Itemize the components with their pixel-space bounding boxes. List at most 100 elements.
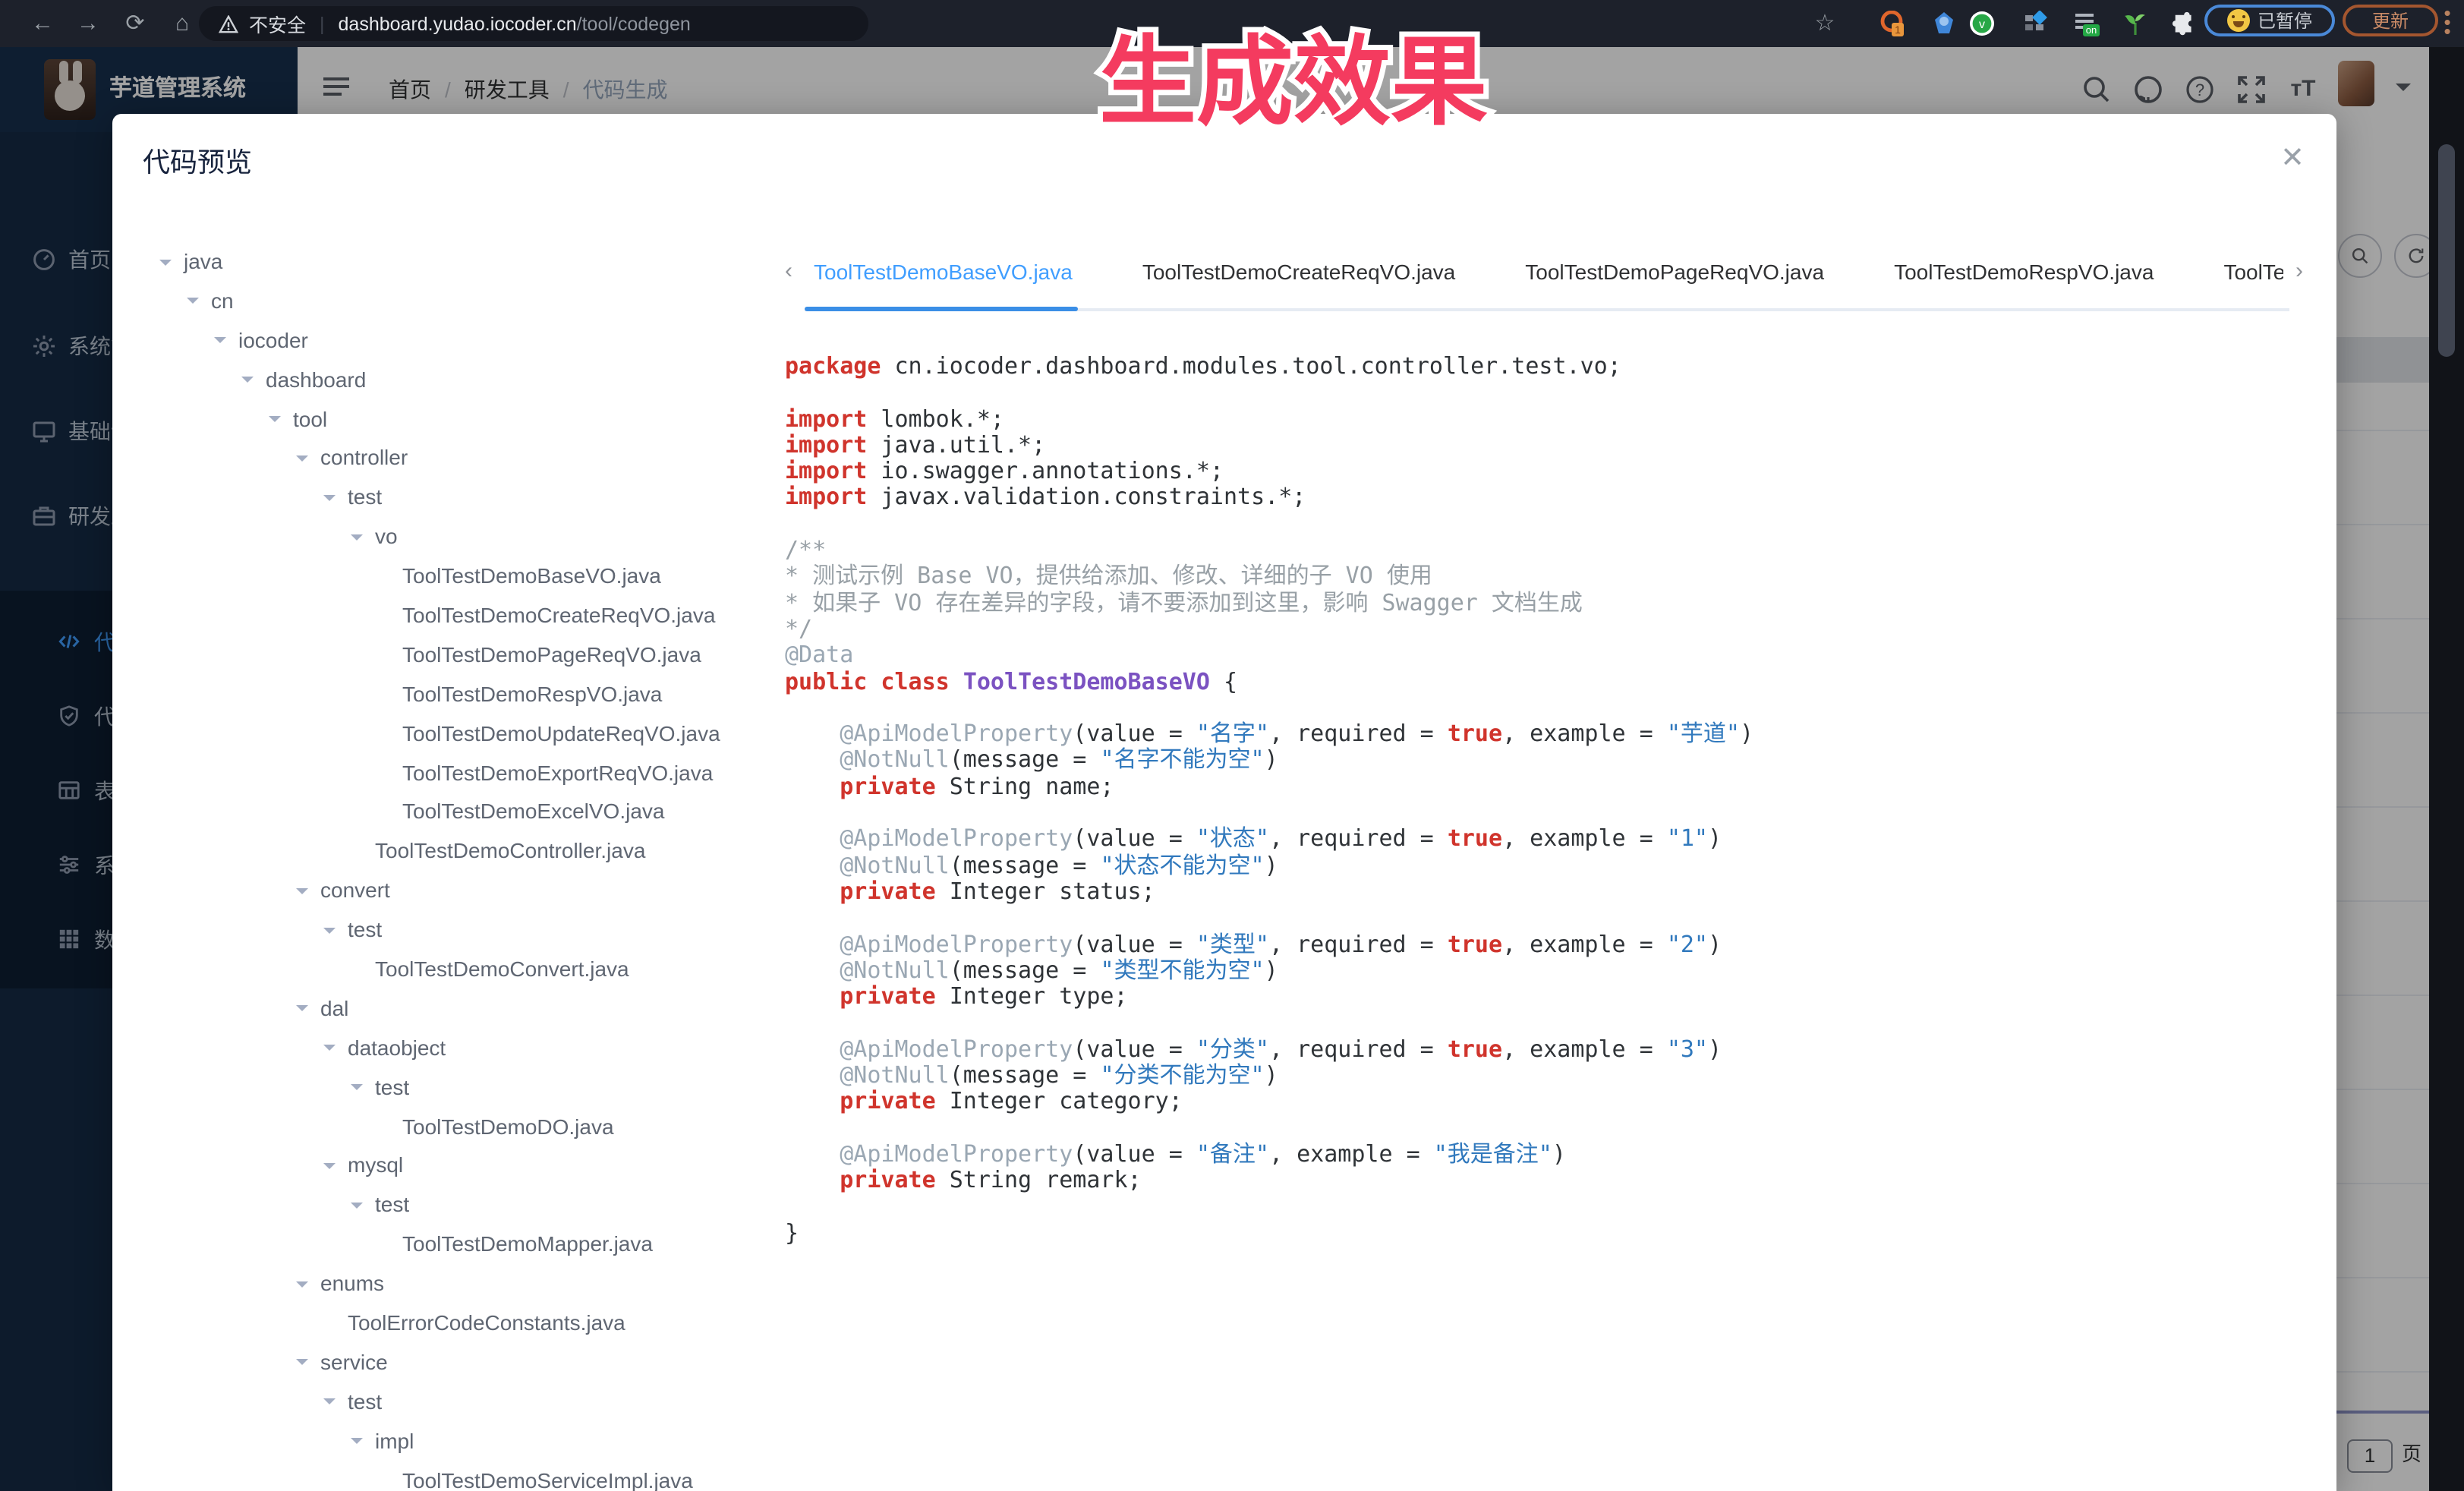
tab-ToolTestDemoBaseVO.java[interactable]: ToolTestDemoBaseVO.java xyxy=(814,247,1073,296)
tab-ToolTestDemoPageReqVO.java[interactable]: ToolTestDemoPageReqVO.java xyxy=(1525,247,1824,296)
tab-ToolTestDemoUpdateReqVO.java[interactable]: ToolTestDemoUpdateReqVO.java xyxy=(2223,247,2283,296)
caret-down-icon[interactable] xyxy=(296,1006,308,1018)
extension-green-circle-icon[interactable]: v xyxy=(1969,11,1995,36)
tree-node-label: ToolTestDemoPageReqVO.java xyxy=(402,636,701,676)
caret-down-icon[interactable] xyxy=(296,1360,308,1372)
tree-file[interactable]: ToolTestDemoUpdateReqVO.java xyxy=(112,714,765,754)
tabs-scroll-right-icon[interactable]: › xyxy=(2295,247,2303,296)
code-line xyxy=(785,380,1753,407)
tab-ToolTestDemoCreateReqVO.java[interactable]: ToolTestDemoCreateReqVO.java xyxy=(1142,247,1455,296)
tree-folder[interactable]: tool xyxy=(112,400,765,440)
tree-folder[interactable]: impl xyxy=(112,1422,765,1461)
caret-down-icon[interactable] xyxy=(296,455,308,468)
tree-folder[interactable]: iocoder xyxy=(112,322,765,361)
caret-down-icon[interactable] xyxy=(296,888,308,900)
tree-node-label: ToolTestDemoExportReqVO.java xyxy=(402,754,713,793)
browser-back-icon[interactable]: ← xyxy=(24,0,61,47)
svg-text:v: v xyxy=(1979,18,1985,31)
caret-down-icon[interactable] xyxy=(323,1045,336,1058)
tree-node-label: iocoder xyxy=(238,322,308,361)
caret-down-icon[interactable] xyxy=(214,338,226,350)
caret-down-icon[interactable] xyxy=(323,927,336,939)
caret-down-icon[interactable] xyxy=(351,534,363,546)
tree-file[interactable]: ToolErrorCodeConstants.java xyxy=(112,1304,765,1344)
close-icon[interactable]: ✕ xyxy=(2274,141,2311,178)
tree-folder[interactable]: vo xyxy=(112,518,765,557)
browser-scrollbar-thumb[interactable] xyxy=(2438,144,2455,357)
code-line xyxy=(785,1115,1753,1142)
browser-update-button[interactable]: 更新 xyxy=(2343,5,2438,36)
code-line: private Integer status; xyxy=(785,879,1753,906)
tree-node-label: test xyxy=(348,1383,382,1423)
caret-down-icon[interactable] xyxy=(296,1281,308,1293)
extension-list-on-icon[interactable]: on xyxy=(2074,11,2100,36)
tree-file[interactable]: ToolTestDemoMapper.java xyxy=(112,1226,765,1266)
caret-down-icon[interactable] xyxy=(269,416,281,428)
browser-forward-icon[interactable]: → xyxy=(70,0,106,47)
tab-active-underline xyxy=(805,307,1078,311)
file-tabs: ‹ ToolTestDemoBaseVO.java ToolTestDemoCre… xyxy=(112,247,2336,317)
tree-node-label: test xyxy=(348,911,382,950)
browser-home-icon[interactable]: ⌂ xyxy=(164,0,200,47)
tree-folder[interactable]: test xyxy=(112,479,765,519)
tree-folder[interactable]: test xyxy=(112,1068,765,1108)
code-line: @ApiModelProperty(value = "分类", required… xyxy=(785,1036,1753,1063)
tree-node-label: convert xyxy=(320,872,390,912)
address-bar[interactable]: 不安全 | dashboard.yudao.iocoder.cn/tool/co… xyxy=(199,6,868,41)
tab-ToolTestDemoRespVO.java[interactable]: ToolTestDemoRespVO.java xyxy=(1894,247,2154,296)
tree-file[interactable]: ToolTestDemoController.java xyxy=(112,833,765,872)
tree-folder[interactable]: dal xyxy=(112,990,765,1029)
tree-folder[interactable]: enums xyxy=(112,1265,765,1304)
code-line: @NotNull(message = "状态不能为空") xyxy=(785,853,1753,879)
extensions-puzzle-icon[interactable] xyxy=(2171,11,2197,36)
tree-folder[interactable]: test xyxy=(112,1187,765,1226)
caret-down-icon[interactable] xyxy=(351,1438,363,1450)
tree-node-label: ToolTestDemoMapper.java xyxy=(402,1226,653,1266)
divider: | xyxy=(320,13,325,34)
tabs-scroll-left-icon[interactable]: ‹ xyxy=(785,247,792,296)
extension-ghost-icon[interactable]: 1 xyxy=(1880,11,1905,36)
caret-down-icon[interactable] xyxy=(323,495,336,507)
tree-file[interactable]: ToolTestDemoExcelVO.java xyxy=(112,793,765,833)
url-domain[interactable]: dashboard.yudao.iocoder.cn xyxy=(339,13,577,34)
extension-plant-icon[interactable] xyxy=(2122,11,2148,36)
tree-file[interactable]: ToolTestDemoDO.java xyxy=(112,1108,765,1147)
tree-file[interactable]: ToolTestDemoServiceImpl.java xyxy=(112,1461,765,1491)
caret-down-icon[interactable] xyxy=(351,1203,363,1215)
paused-label: 已暂停 xyxy=(2258,8,2312,33)
caret-down-icon[interactable] xyxy=(351,1084,363,1096)
tree-file[interactable]: ToolTestDemoRespVO.java xyxy=(112,676,765,715)
extension-diamond-icon[interactable] xyxy=(2022,11,2048,36)
tree-folder[interactable]: convert xyxy=(112,872,765,912)
browser-reload-icon[interactable]: ⟳ xyxy=(117,0,153,47)
tree-node-label: ToolTestDemoConvert.java xyxy=(375,950,629,990)
tree-folder[interactable]: dataobject xyxy=(112,1029,765,1069)
caret-down-icon[interactable] xyxy=(241,377,254,389)
tree-file[interactable]: ToolTestDemoConvert.java xyxy=(112,950,765,990)
bookmark-star-icon[interactable]: ☆ xyxy=(1807,0,1843,47)
tree-folder[interactable]: service xyxy=(112,1344,765,1383)
tree-folder[interactable]: controller xyxy=(112,440,765,479)
tree-file[interactable]: ToolTestDemoExportReqVO.java xyxy=(112,754,765,793)
tree-folder[interactable]: test xyxy=(112,1383,765,1423)
code-line: import javax.validation.constraints.*; xyxy=(785,485,1753,512)
caret-down-icon[interactable] xyxy=(323,1163,336,1175)
tree-file[interactable]: ToolTestDemoPageReqVO.java xyxy=(112,636,765,676)
warning-icon xyxy=(219,14,238,33)
url-path[interactable]: /tool/codegen xyxy=(577,13,691,34)
tree-file[interactable]: ToolTestDemoCreateReqVO.java xyxy=(112,597,765,636)
tree-folder[interactable]: mysql xyxy=(112,1147,765,1187)
extension-lamp-icon[interactable] xyxy=(1931,11,1957,36)
tree-folder[interactable]: dashboard xyxy=(112,361,765,400)
profile-paused-badge[interactable]: 已暂停 xyxy=(2204,5,2335,36)
caret-down-icon[interactable] xyxy=(323,1399,336,1411)
profile-emoji-icon xyxy=(2227,9,2250,32)
code-line: */ xyxy=(785,616,1753,643)
security-label[interactable]: 不安全 xyxy=(249,9,306,38)
tree-folder[interactable]: test xyxy=(112,911,765,950)
code-line: @NotNull(message = "类型不能为空") xyxy=(785,958,1753,985)
browser-menu-icon[interactable]: ••• xyxy=(2441,9,2453,36)
tree-node-label: vo xyxy=(375,518,398,557)
code-line: @ApiModelProperty(value = "类型", required… xyxy=(785,931,1753,958)
tree-file[interactable]: ToolTestDemoBaseVO.java xyxy=(112,557,765,597)
